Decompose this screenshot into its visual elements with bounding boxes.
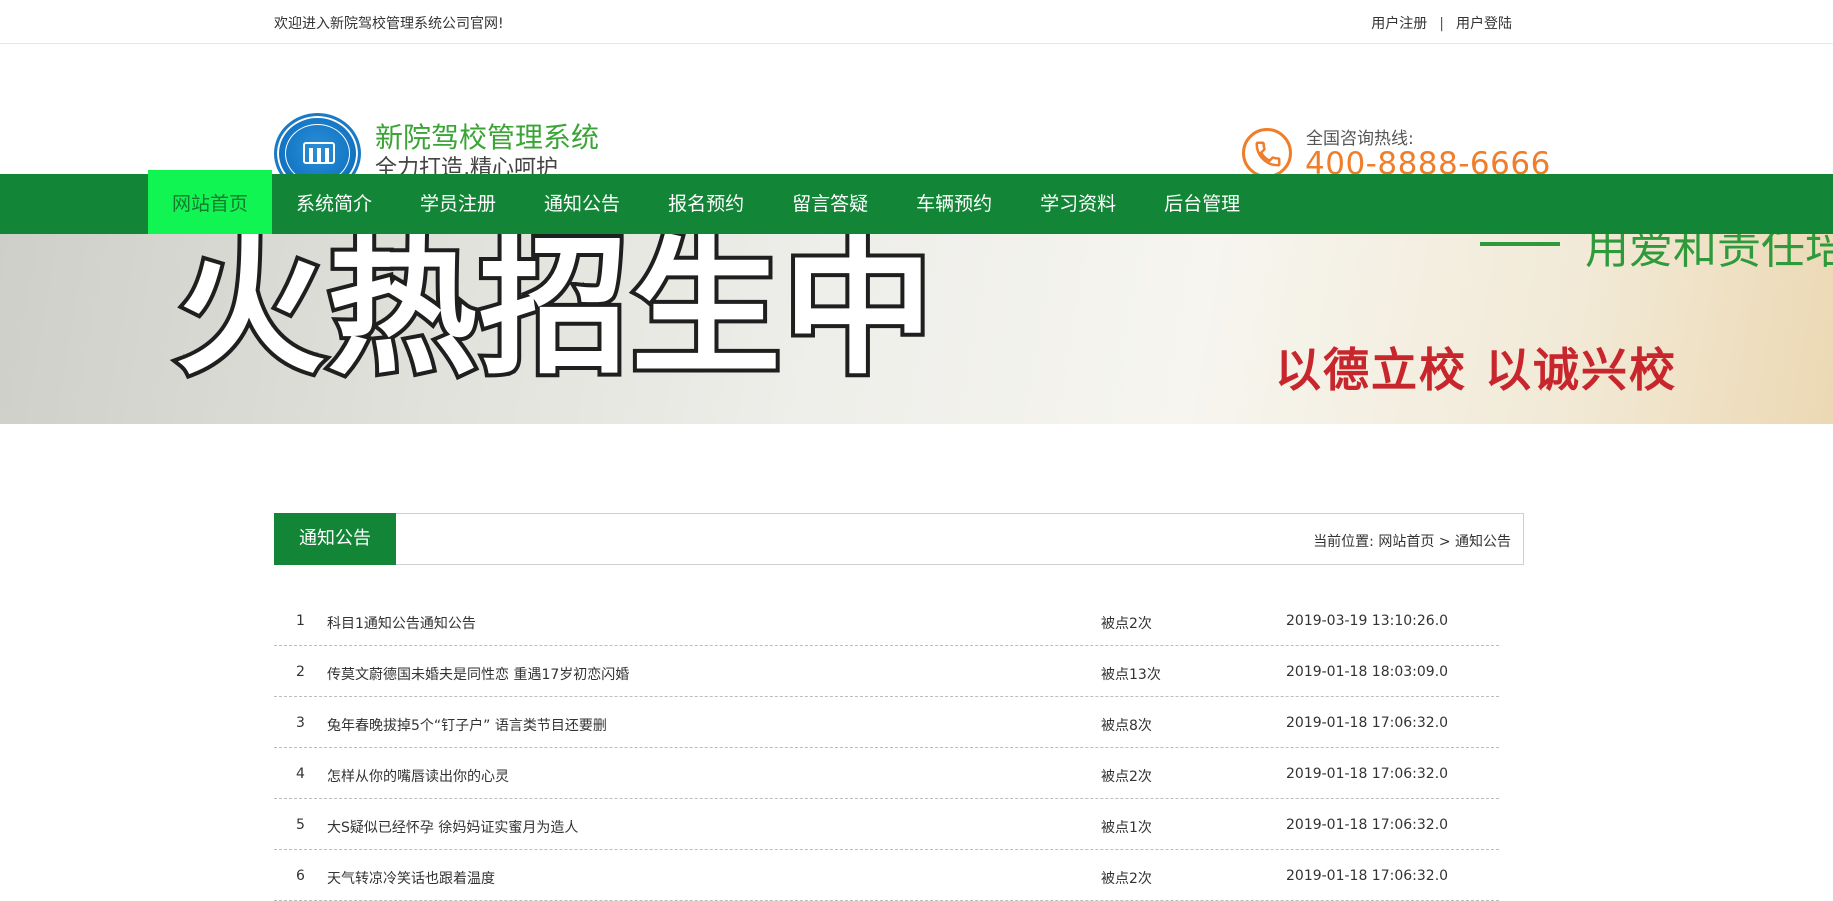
register-link[interactable]: 用户注册 xyxy=(1371,16,1427,32)
banner-tagline: 以德立校 以诚兴校 xyxy=(1275,343,1678,397)
item-index: 2 xyxy=(296,664,305,680)
banner-dash xyxy=(1480,242,1560,246)
welcome-text: 欢迎进入新院驾校管理系统公司官网! xyxy=(274,16,504,32)
item-views: 被点1次 xyxy=(1101,820,1152,836)
item-title-link[interactable]: 兔年春晚拔掉5个“钉子户” 语言类节目还要删 xyxy=(327,715,607,735)
nav-item-admin[interactable]: 后台管理 xyxy=(1140,174,1264,234)
phone-icon xyxy=(1242,128,1292,178)
item-index: 5 xyxy=(296,817,305,833)
notice-list: 1 科目1通知公告通知公告 被点2次 2019-03-19 13:10:26.0… xyxy=(274,595,1499,901)
item-date: 2019-01-18 17:06:32.0 xyxy=(1286,817,1449,833)
item-views: 被点2次 xyxy=(1101,871,1152,887)
item-index: 3 xyxy=(296,715,305,731)
item-index: 6 xyxy=(296,868,305,884)
site-header: 新院驾校管理系统 全力打造,精心呵护 全国咨询热线: 400-8888-6666 xyxy=(0,44,1833,194)
main-nav: 网站首页 系统简介 学员注册 通知公告 报名预约 留言答疑 车辆预约 学习资料 … xyxy=(0,170,1833,236)
list-item: 3 兔年春晚拔掉5个“钉子户” 语言类节目还要删 被点8次 2019-01-18… xyxy=(274,697,1499,748)
item-title-link[interactable]: 怎样从你的嘴唇读出你的心灵 xyxy=(327,766,509,786)
item-index: 4 xyxy=(296,766,305,782)
nav-item-home[interactable]: 网站首页 xyxy=(148,170,273,236)
section-header: 通知公告 当前位置: 网站首页 > 通知公告 xyxy=(274,513,1524,565)
nav-item-messages[interactable]: 留言答疑 xyxy=(768,174,892,234)
item-title-link[interactable]: 天气转凉冷笑话也跟着温度 xyxy=(327,868,495,888)
item-date: 2019-01-18 17:06:32.0 xyxy=(1286,868,1449,884)
nav-item-notices[interactable]: 通知公告 xyxy=(520,174,644,234)
list-item: 2 传莫文蔚德国未婚夫是同性恋 重遇17岁初恋闪婚 被点13次 2019-01-… xyxy=(274,646,1499,697)
nav-item-student-register[interactable]: 学员注册 xyxy=(396,174,520,234)
item-views: 被点2次 xyxy=(1101,769,1152,785)
section-tab: 通知公告 xyxy=(274,513,396,565)
item-views: 被点13次 xyxy=(1101,667,1161,683)
breadcrumb-prefix: 当前位置: xyxy=(1313,534,1374,550)
nav-item-study-materials[interactable]: 学习资料 xyxy=(1016,174,1140,234)
item-title-link[interactable]: 传莫文蔚德国未婚夫是同性恋 重遇17岁初恋闪婚 xyxy=(327,664,629,684)
top-bar: 欢迎进入新院驾校管理系统公司官网! 用户注册 | 用户登陆 xyxy=(0,0,1833,44)
banner-headline: 火热招生中 xyxy=(171,234,937,399)
login-link[interactable]: 用户登陆 xyxy=(1456,16,1512,32)
list-item: 5 大S疑似已经怀孕 徐妈妈证实蜜月为造人 被点1次 2019-01-18 17… xyxy=(274,799,1499,850)
item-title-link[interactable]: 大S疑似已经怀孕 徐妈妈证实蜜月为造人 xyxy=(327,817,578,837)
link-separator: | xyxy=(1439,16,1444,32)
item-date: 2019-01-18 17:06:32.0 xyxy=(1286,766,1449,782)
banner-top-text: 用爱和责任培 xyxy=(1585,234,1833,274)
breadcrumb-current: 通知公告 xyxy=(1455,534,1511,550)
breadcrumb-separator: > xyxy=(1438,534,1451,550)
item-date: 2019-01-18 17:06:32.0 xyxy=(1286,715,1449,731)
nav-item-enroll[interactable]: 报名预约 xyxy=(644,174,768,234)
item-views: 被点8次 xyxy=(1101,718,1152,734)
breadcrumb-home[interactable]: 网站首页 xyxy=(1378,534,1434,550)
item-date: 2019-01-18 18:03:09.0 xyxy=(1286,664,1449,680)
list-item: 1 科目1通知公告通知公告 被点2次 2019-03-19 13:10:26.0 xyxy=(274,595,1499,646)
nav-item-vehicle-booking[interactable]: 车辆预约 xyxy=(892,174,1016,234)
auth-links: 用户注册 | 用户登陆 xyxy=(1371,13,1512,33)
hero-banner[interactable]: 火热招生中 用爱和责任培 以德立校 以诚兴校 xyxy=(0,234,1833,424)
breadcrumb: 当前位置: 网站首页 > 通知公告 xyxy=(1313,531,1511,551)
item-views: 被点2次 xyxy=(1101,616,1152,632)
list-item: 4 怎样从你的嘴唇读出你的心灵 被点2次 2019-01-18 17:06:32… xyxy=(274,748,1499,799)
list-item: 6 天气转凉冷笑话也跟着温度 被点2次 2019-01-18 17:06:32.… xyxy=(274,850,1499,901)
logo-gate-icon xyxy=(303,142,335,164)
item-index: 1 xyxy=(296,613,305,629)
item-date: 2019-03-19 13:10:26.0 xyxy=(1286,613,1449,629)
item-title-link[interactable]: 科目1通知公告通知公告 xyxy=(327,613,476,633)
nav-item-about[interactable]: 系统简介 xyxy=(272,174,396,234)
